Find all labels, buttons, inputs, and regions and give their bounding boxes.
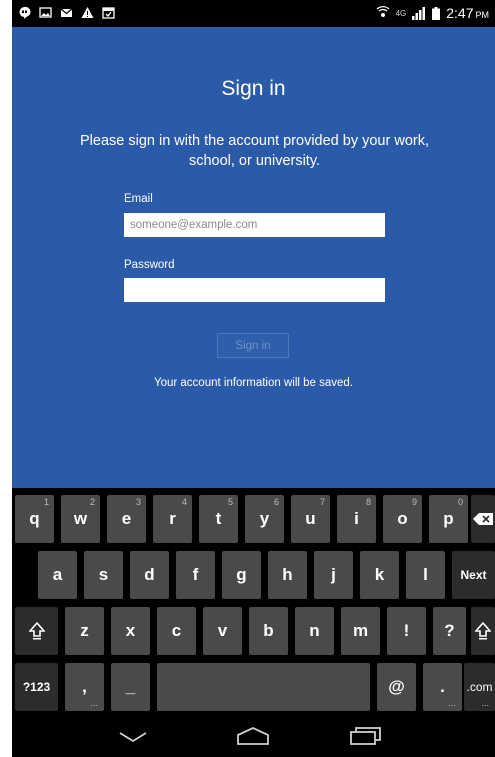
password-field[interactable]	[124, 278, 385, 302]
space-bar[interactable]	[157, 663, 370, 711]
battery-icon	[432, 6, 441, 20]
recents-icon[interactable]	[350, 727, 382, 745]
next-key[interactable]: Next	[452, 551, 495, 599]
signal-icon	[412, 6, 426, 20]
email-label: Email	[124, 193, 153, 205]
key-i[interactable]: i8	[337, 495, 376, 543]
key-w[interactable]: w2	[61, 495, 100, 543]
key-v[interactable]: v	[203, 607, 242, 655]
clock-ampm: PM	[475, 10, 490, 20]
shift-icon	[475, 622, 491, 640]
dotcom-key[interactable]: .com...	[464, 663, 495, 711]
key-j[interactable]: j	[314, 551, 353, 599]
signin-panel: Sign in Please sign in with the account …	[12, 27, 495, 488]
key-m[interactable]: m	[341, 607, 380, 655]
network-type: 4G	[395, 8, 407, 18]
clock: 2:47 PM	[446, 5, 489, 21]
key-o[interactable]: o9	[383, 495, 422, 543]
key-f[interactable]: f	[176, 551, 215, 599]
key-k[interactable]: k	[360, 551, 399, 599]
key-period[interactable]: ....	[423, 663, 462, 711]
signin-instructions: Please sign in with the account provided…	[80, 133, 429, 169]
key-comma[interactable]: ,...	[65, 663, 104, 711]
account-saved-note: Your account information will be saved.	[153, 377, 354, 389]
key-t[interactable]: t5	[199, 495, 238, 543]
home-icon[interactable]	[236, 727, 270, 745]
key-n[interactable]: n	[295, 607, 334, 655]
key-b[interactable]: b	[249, 607, 288, 655]
device-screen: 4G 2:47 PM Sign in Please sign in with th…	[12, 0, 495, 757]
symbols-key[interactable]: ?123	[15, 663, 58, 711]
email-field[interactable]	[124, 213, 385, 237]
soft-keyboard: q1 w2 e3 r4 t5 y6 u7 i8 o9 p0 a s d f g …	[12, 488, 495, 717]
key-at[interactable]: @	[377, 663, 416, 711]
system-status: 4G 2:47 PM	[376, 5, 489, 21]
sign-in-button[interactable]: Sign in	[217, 333, 289, 358]
warning-icon	[81, 7, 94, 18]
calendar-icon	[102, 7, 115, 19]
status-bar: 4G 2:47 PM	[12, 0, 495, 27]
gmail-icon	[60, 8, 73, 17]
key-g[interactable]: g	[222, 551, 261, 599]
shift-key-left[interactable]	[15, 607, 58, 655]
key-a[interactable]: a	[38, 551, 77, 599]
key-x[interactable]: x	[111, 607, 150, 655]
key-q[interactable]: q1	[15, 495, 54, 543]
shift-key-right[interactable]	[471, 607, 495, 655]
key-p[interactable]: p0	[429, 495, 468, 543]
backspace-icon	[473, 513, 493, 525]
tethering-icon	[376, 6, 389, 17]
gallery-icon	[39, 7, 52, 18]
key-u[interactable]: u7	[291, 495, 330, 543]
key-d[interactable]: d	[130, 551, 169, 599]
clock-time: 2:47	[446, 5, 474, 21]
key-underscore[interactable]: _	[111, 663, 150, 711]
key-l[interactable]: l	[406, 551, 445, 599]
page-title: Sign in	[221, 77, 286, 100]
key-exclamation[interactable]: !	[387, 607, 426, 655]
hangouts-icon	[19, 6, 31, 19]
back-icon[interactable]	[118, 731, 148, 743]
key-y[interactable]: y6	[245, 495, 284, 543]
backspace-key[interactable]	[471, 495, 495, 543]
notification-icons	[18, 6, 115, 19]
password-label: Password	[124, 259, 175, 271]
key-s[interactable]: s	[84, 551, 123, 599]
key-r[interactable]: r4	[153, 495, 192, 543]
key-question[interactable]: ?	[433, 607, 466, 655]
key-e[interactable]: e3	[107, 495, 146, 543]
key-h[interactable]: h	[268, 551, 307, 599]
key-z[interactable]: z	[65, 607, 104, 655]
shift-icon	[28, 622, 45, 640]
navigation-bar	[12, 717, 495, 757]
key-c[interactable]: c	[157, 607, 196, 655]
